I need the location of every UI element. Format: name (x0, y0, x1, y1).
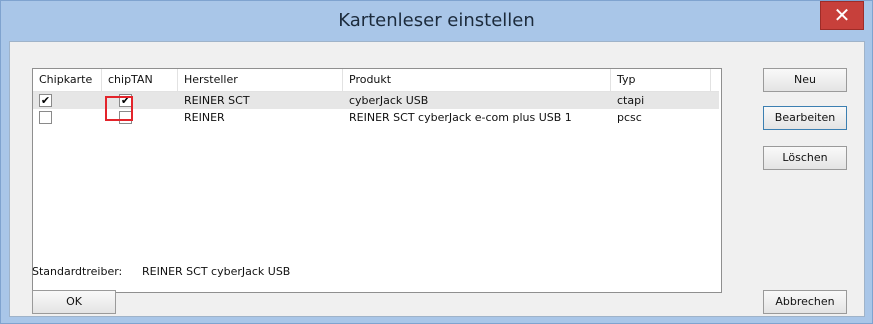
chiptan-highlight-annotation (105, 96, 133, 121)
column-header-hersteller[interactable]: Hersteller (178, 69, 343, 91)
table-row[interactable]: ✔ ✔ REINER SCT cyberJack USB ctapi (33, 92, 719, 109)
column-header-chipkarte[interactable]: Chipkarte (33, 69, 102, 91)
bearbeiten-button[interactable]: Bearbeiten (763, 106, 847, 130)
cell-typ: ctapi (617, 94, 645, 107)
close-button[interactable]: ✕ (820, 1, 864, 30)
list-header: Chipkarte chipTAN Hersteller Produkt Typ (33, 69, 719, 92)
title-bar[interactable]: Kartenleser einstellen ✕ (1, 1, 872, 41)
standard-driver-label: Standardtreiber: (32, 265, 123, 278)
chipkarte-checkbox[interactable]: ✔ (39, 94, 52, 107)
dialog-window: Kartenleser einstellen ✕ Chipkarte chipT… (0, 0, 873, 324)
abbrechen-button[interactable]: Abbrechen (763, 290, 847, 314)
close-icon: ✕ (833, 3, 851, 27)
card-reader-list[interactable]: Chipkarte chipTAN Hersteller Produkt Typ… (32, 68, 722, 293)
dialog-content: Chipkarte chipTAN Hersteller Produkt Typ… (9, 41, 865, 317)
standard-driver-value: REINER SCT cyberJack USB (142, 265, 291, 278)
window-title: Kartenleser einstellen (338, 10, 535, 31)
cell-typ: pcsc (617, 111, 642, 124)
cell-produkt: REINER SCT cyberJack e-com plus USB 1 (349, 111, 572, 124)
column-header-produkt[interactable]: Produkt (343, 69, 611, 91)
chipkarte-checkbox[interactable] (39, 111, 52, 124)
column-header-typ[interactable]: Typ (611, 69, 711, 91)
table-row[interactable]: REINER REINER SCT cyberJack e-com plus U… (33, 109, 719, 126)
ok-button[interactable]: OK (32, 290, 116, 314)
cell-produkt: cyberJack USB (349, 94, 429, 107)
cell-hersteller: REINER SCT (184, 94, 250, 107)
check-mark-icon: ✔ (40, 94, 51, 107)
loeschen-button[interactable]: Löschen (763, 146, 847, 170)
column-header-chiptan[interactable]: chipTAN (102, 69, 178, 91)
neu-button[interactable]: Neu (763, 68, 847, 92)
cell-hersteller: REINER (184, 111, 225, 124)
